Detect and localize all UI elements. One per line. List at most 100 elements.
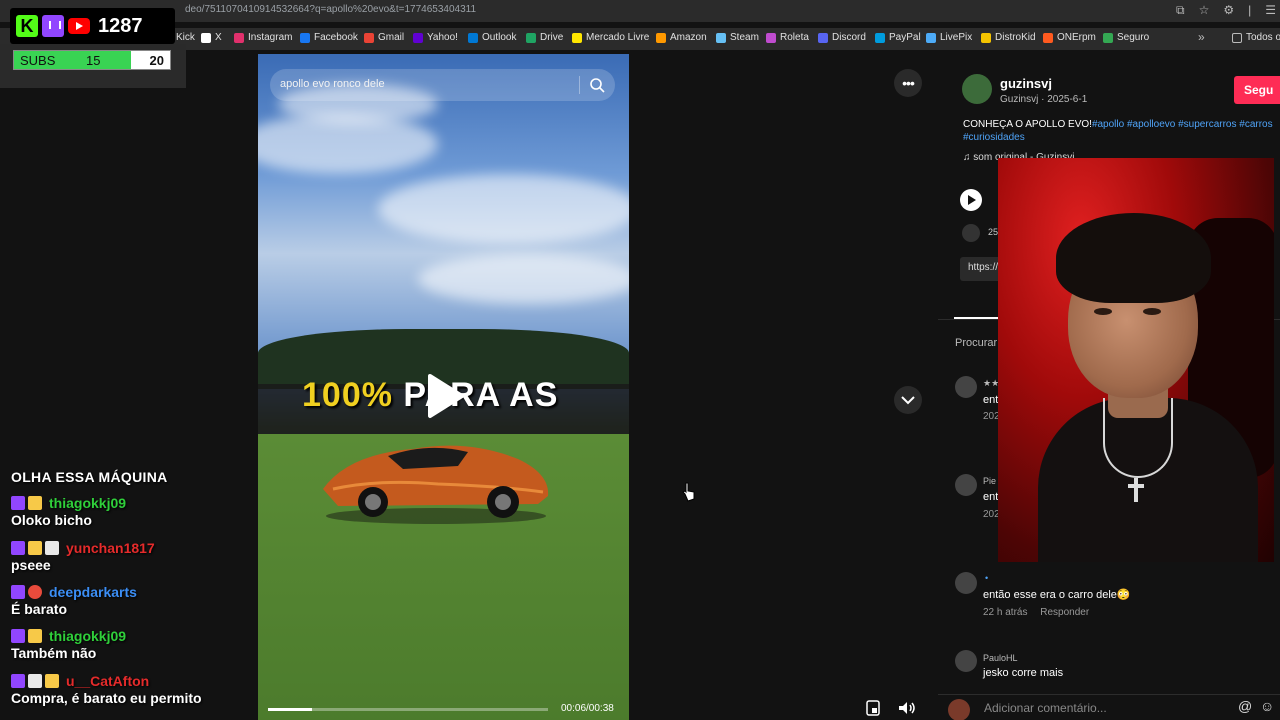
instagram-icon — [234, 32, 244, 43]
comment-author[interactable]: ★★ — [983, 378, 999, 389]
mention-icon[interactable]: @ — [1238, 698, 1252, 714]
bookmark-instagram[interactable]: Instagram — [234, 32, 292, 43]
folder-icon — [1232, 32, 1242, 43]
more-options-button[interactable]: ••• — [894, 69, 922, 97]
chat-text: Oloko bicho — [11, 512, 92, 528]
author-username[interactable]: guzinsvj — [1000, 76, 1052, 91]
twitch-badge-icon — [11, 674, 25, 688]
outlook-icon — [468, 32, 478, 43]
comment-avatar[interactable] — [955, 376, 977, 398]
eye — [1094, 308, 1112, 315]
comment-meta: 22 h atrás Responder — [983, 607, 1099, 618]
gift-badge-icon — [45, 541, 59, 555]
pip-icon — [866, 700, 880, 716]
bookmark-outlook[interactable]: Outlook — [468, 32, 516, 43]
cloud — [378, 174, 629, 244]
active-tab-indicator — [954, 317, 999, 319]
video-time: 00:06/00:38 — [561, 703, 614, 714]
bookmark-yahoo[interactable]: Yahoo! — [413, 32, 458, 43]
search-comments-label[interactable]: Procurar — [955, 337, 997, 349]
cloud — [418, 254, 629, 304]
comment-text: ent — [983, 394, 999, 406]
volume-button[interactable] — [894, 696, 920, 720]
heart-icon[interactable] — [962, 224, 980, 242]
video-progress-bar[interactable] — [268, 708, 548, 711]
bookmark-distrokid[interactable]: DistroKid — [981, 32, 1036, 43]
subs-goal: 20 — [149, 53, 164, 68]
chat-message: thiagokkj09 Também não — [11, 627, 126, 661]
bookmark-gmail[interactable]: Gmail — [364, 32, 404, 43]
bookmark-steam[interactable]: Steam — [716, 32, 759, 43]
hashtag-curiosidades[interactable]: #curiosidades — [963, 132, 1025, 143]
bookmark-seguro[interactable]: Seguro — [1103, 32, 1149, 43]
browser-address-bar[interactable]: deo/7511070410914532664?q=apollo%20evo&t… — [0, 0, 1280, 22]
comment-input-row: Adicionar comentário... @ ☺ — [938, 694, 1280, 720]
bookmark-drive[interactable]: Drive — [526, 32, 563, 43]
search-icon[interactable] — [588, 76, 606, 94]
bookmark-facebook[interactable]: Facebook — [300, 32, 358, 43]
bookmark-amazon[interactable]: Amazon — [656, 32, 707, 43]
video-search-bar[interactable]: apollo evo ronco dele — [270, 69, 615, 101]
comment-avatar[interactable] — [955, 650, 977, 672]
comment-author[interactable]: • — [985, 573, 988, 583]
star-icon[interactable]: ☆ — [1199, 3, 1210, 18]
hashtags[interactable]: #apollo #apolloevo #supercarros #carros — [1092, 119, 1273, 130]
bookmark-roleta[interactable]: Roleta — [766, 32, 809, 43]
comment-avatar[interactable] — [955, 572, 977, 594]
chat-message: deepdarkarts É barato — [11, 583, 137, 617]
video-search-text[interactable]: apollo evo ronco dele — [280, 78, 385, 90]
sub-badge-icon — [28, 541, 42, 555]
video-player[interactable]: apollo evo ronco dele 100% PARA AS 00:06… — [258, 54, 629, 720]
play-icon[interactable] — [426, 372, 466, 420]
search-divider — [579, 76, 580, 94]
chat-message: thiagokkj09 Oloko bicho — [11, 494, 126, 528]
comment-text: ent — [983, 491, 999, 503]
sub-badge-icon — [45, 674, 59, 688]
install-icon[interactable]: ⧉ — [1176, 3, 1185, 18]
comment-author[interactable]: Pie — [983, 476, 996, 486]
comment-time: 22 h atrás — [983, 607, 1028, 618]
volume-icon — [899, 702, 915, 714]
screen: deo/7511070410914532664?q=apollo%20evo&t… — [0, 0, 1280, 720]
play-small-button[interactable] — [960, 189, 982, 211]
bookmark-livepix[interactable]: LivePix — [926, 32, 972, 43]
seguro-icon — [1103, 32, 1113, 43]
bookmark-discord[interactable]: Discord — [818, 32, 866, 43]
emoji-icon[interactable]: ☺ — [1260, 698, 1274, 714]
url-text[interactable]: deo/7511070410914532664?q=apollo%20evo&t… — [185, 4, 476, 15]
next-video-button[interactable] — [894, 386, 922, 414]
roleta-icon — [766, 32, 776, 43]
distrokid-icon — [981, 32, 991, 43]
x-icon — [201, 32, 211, 43]
author-avatar[interactable] — [962, 74, 992, 104]
webcam-overlay — [998, 158, 1274, 562]
bookmark-paypal[interactable]: PayPal — [875, 32, 921, 43]
extensions-icon[interactable]: ⚙ — [1223, 3, 1234, 18]
pip-button[interactable] — [860, 696, 886, 720]
comment-avatar[interactable] — [955, 474, 977, 496]
facebook-icon — [300, 32, 310, 43]
steam-icon — [716, 32, 726, 43]
chat-text: pseee — [11, 557, 51, 573]
follow-button[interactable]: Segu — [1234, 76, 1280, 104]
comment-input[interactable]: Adicionar comentário... — [984, 701, 1107, 715]
streamer-hair — [1056, 213, 1211, 303]
subs-goal-bar: SUBS 15 20 — [13, 50, 171, 70]
yahoo-icon — [413, 32, 423, 43]
kick-icon: K — [16, 15, 38, 37]
bookmark-mercadolivre[interactable]: Mercado Livre — [572, 32, 649, 43]
comment-author[interactable]: PauloHL — [983, 653, 1018, 663]
chevron-right-icon[interactable]: » — [1198, 30, 1205, 44]
sub-badge-icon — [28, 496, 42, 510]
sub-badge-icon — [28, 629, 42, 643]
reply-button[interactable]: Responder — [1040, 607, 1089, 618]
chat-message: yunchan1817 pseee — [11, 539, 155, 573]
paypal-icon — [875, 32, 885, 43]
menu-icon[interactable]: ☰ — [1265, 3, 1276, 18]
description-text: CONHEÇA O APOLLO EVO! — [963, 119, 1092, 130]
viewer-count: 1287 — [98, 14, 143, 37]
my-avatar — [948, 699, 970, 720]
bookmark-onerpm[interactable]: ONErpm — [1043, 32, 1096, 43]
bookmark-x[interactable]: X — [201, 32, 222, 43]
bookmark-all[interactable]: Todos os — [1232, 32, 1280, 43]
